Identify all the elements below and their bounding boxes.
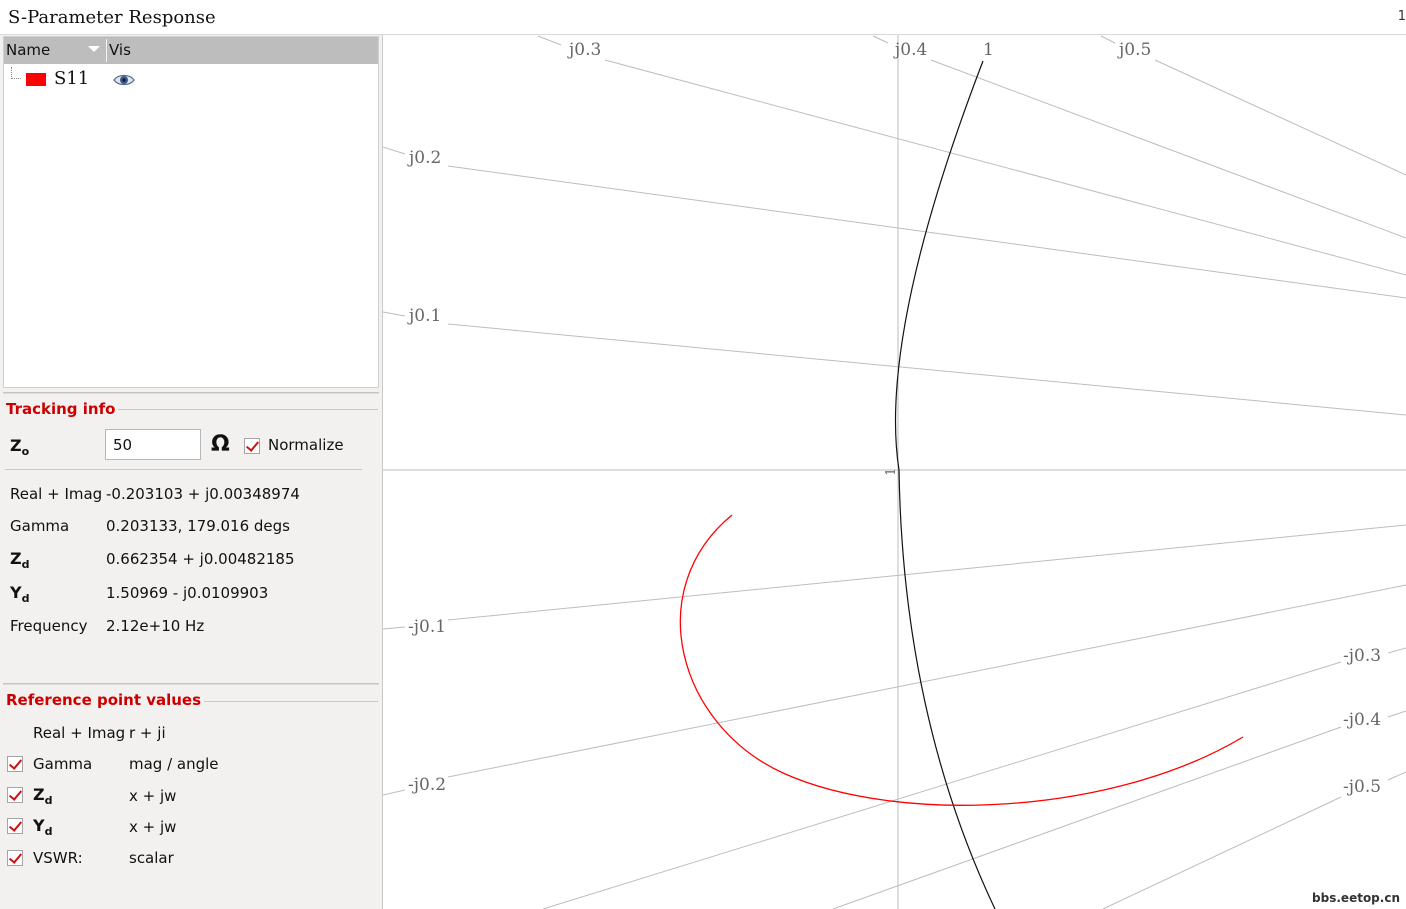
window-title: S-Parameter Response bbox=[8, 7, 216, 28]
grid-line-neg-j0.1-stub bbox=[383, 626, 406, 630]
label-top-1: 1 bbox=[983, 40, 994, 60]
grid-line-j0.5-stub bbox=[1100, 35, 1116, 44]
grid-line-neg-j0.3-stub bbox=[1387, 647, 1406, 654]
s11-trace[interactable] bbox=[679, 514, 1244, 806]
ref-yd-checkbox[interactable] bbox=[7, 818, 23, 834]
tracking-separator bbox=[3, 392, 379, 394]
label-j0.3: j0.3 bbox=[567, 40, 601, 60]
label-j0.2: j0.2 bbox=[407, 148, 441, 168]
column-header-vis[interactable]: Vis bbox=[109, 41, 131, 59]
label-neg-j0.4: -j0.4 bbox=[1343, 710, 1381, 730]
smith-chart-plot[interactable]: j0.3 j0.4 1 j0.5 j0.2 j0.1 -j0.1 -j0.2 -… bbox=[383, 35, 1406, 909]
ref-vswr-checkbox[interactable] bbox=[7, 850, 23, 866]
zo-input[interactable] bbox=[105, 429, 201, 460]
reference-separator bbox=[3, 683, 379, 685]
ref-real-imag-label: Real + Imag bbox=[33, 724, 126, 742]
reactance-labels: j0.3 j0.4 1 j0.5 j0.2 j0.1 -j0.1 -j0.2 -… bbox=[407, 40, 1381, 797]
ref-zd-format: x + jw bbox=[129, 787, 177, 805]
label-neg-j0.1: -j0.1 bbox=[408, 617, 446, 637]
trace-name: S11 bbox=[54, 68, 90, 89]
grid-line-j0.1 bbox=[447, 323, 1406, 416]
ref-gamma-format: mag / angle bbox=[129, 755, 219, 773]
grid-line-neg-j0.3 bbox=[542, 661, 1342, 909]
side-panel: Name Vis S11 Tracking info Zo Ω Normaliz… bbox=[0, 35, 383, 909]
grid-line-j0.2-stub bbox=[383, 146, 406, 155]
tracking-gamma-value: 0.203133, 179.016 degs bbox=[106, 517, 290, 535]
trace-tree: Name Vis S11 bbox=[3, 36, 379, 388]
tracking-title-line bbox=[110, 409, 378, 410]
tracking-zd-label: Zd bbox=[10, 549, 30, 572]
normalize-checkbox[interactable] bbox=[244, 438, 260, 454]
tree-branch-line bbox=[11, 67, 21, 79]
column-separator[interactable] bbox=[106, 39, 107, 62]
ref-zd-checkbox[interactable] bbox=[7, 787, 23, 803]
grid-line-neg-j0.2 bbox=[447, 584, 1406, 778]
tracking-frequency-label: Frequency bbox=[10, 617, 88, 635]
grid-line-j0.3-stub bbox=[537, 35, 562, 46]
grid-line-neg-j0.1 bbox=[447, 524, 1406, 621]
ref-yd-format: x + jw bbox=[129, 818, 177, 836]
tracking-real-imag-value: -0.203103 + j0.00348974 bbox=[106, 485, 300, 503]
grid-line-neg-j0.4-stub bbox=[1387, 710, 1406, 718]
label-center-1: 1 bbox=[884, 468, 899, 476]
eye-icon[interactable] bbox=[113, 72, 135, 88]
ref-zd-label: Zd bbox=[33, 785, 53, 808]
trace-color-swatch bbox=[26, 73, 46, 86]
ref-real-imag-format: r + ji bbox=[129, 724, 166, 742]
unit-resistance-circle bbox=[894, 60, 996, 909]
tracking-zd-value: 0.662354 + j0.00482185 bbox=[106, 550, 295, 568]
reference-title-line bbox=[188, 701, 378, 702]
tracking-info-title: Tracking info bbox=[6, 400, 119, 418]
tracking-real-imag-label: Real + Imag bbox=[10, 485, 103, 503]
ref-vswr-format: scalar bbox=[129, 849, 174, 867]
zo-label: Zo bbox=[10, 436, 30, 459]
tracking-field-rule bbox=[5, 469, 362, 470]
ref-gamma-label: Gamma bbox=[33, 755, 93, 773]
ohm-symbol: Ω bbox=[211, 432, 230, 457]
reference-values-title: Reference point values bbox=[6, 691, 205, 709]
grid-line-neg-j0.5-stub bbox=[1387, 771, 1406, 781]
label-j0.4: j0.4 bbox=[893, 40, 927, 60]
window-corner-glyph[interactable]: 1 bbox=[1398, 9, 1406, 24]
grid-line-neg-j0.4 bbox=[832, 726, 1342, 909]
tracking-frequency-value: 2.12e+10 Hz bbox=[106, 617, 205, 635]
grid-line-neg-j0.5 bbox=[1102, 796, 1342, 909]
sort-arrow-icon[interactable] bbox=[88, 46, 100, 52]
tree-row-s11[interactable]: S11 bbox=[4, 67, 378, 93]
label-j0.1: j0.1 bbox=[407, 306, 441, 326]
column-header-name[interactable]: Name bbox=[6, 41, 50, 59]
ref-vswr-label: VSWR: bbox=[33, 849, 83, 867]
label-j0.5: j0.5 bbox=[1117, 40, 1151, 60]
label-neg-j0.2: -j0.2 bbox=[408, 775, 446, 795]
grid-line-j0.4-stub bbox=[872, 35, 889, 44]
tree-header: Name Vis bbox=[4, 37, 378, 64]
grid-line-j0.1-stub bbox=[383, 311, 406, 317]
tracking-gamma-label: Gamma bbox=[10, 517, 70, 535]
label-neg-j0.5: -j0.5 bbox=[1343, 777, 1381, 797]
smith-chart[interactable]: j0.3 j0.4 1 j0.5 j0.2 j0.1 -j0.1 -j0.2 -… bbox=[383, 35, 1406, 909]
watermark: bbs.eetop.cn bbox=[1312, 891, 1400, 905]
grid-line-j0.2 bbox=[447, 165, 1406, 299]
title-bar: S-Parameter Response 1 bbox=[0, 0, 1406, 35]
tracking-yd-label: Yd bbox=[10, 583, 30, 606]
ref-gamma-checkbox[interactable] bbox=[7, 756, 23, 772]
tracking-yd-value: 1.50969 - j0.0109903 bbox=[106, 584, 269, 602]
grid-line-neg-j0.2-stub bbox=[383, 789, 406, 796]
label-neg-j0.3: -j0.3 bbox=[1343, 646, 1381, 666]
ref-yd-label: Yd bbox=[33, 816, 53, 839]
normalize-label: Normalize bbox=[268, 436, 344, 454]
